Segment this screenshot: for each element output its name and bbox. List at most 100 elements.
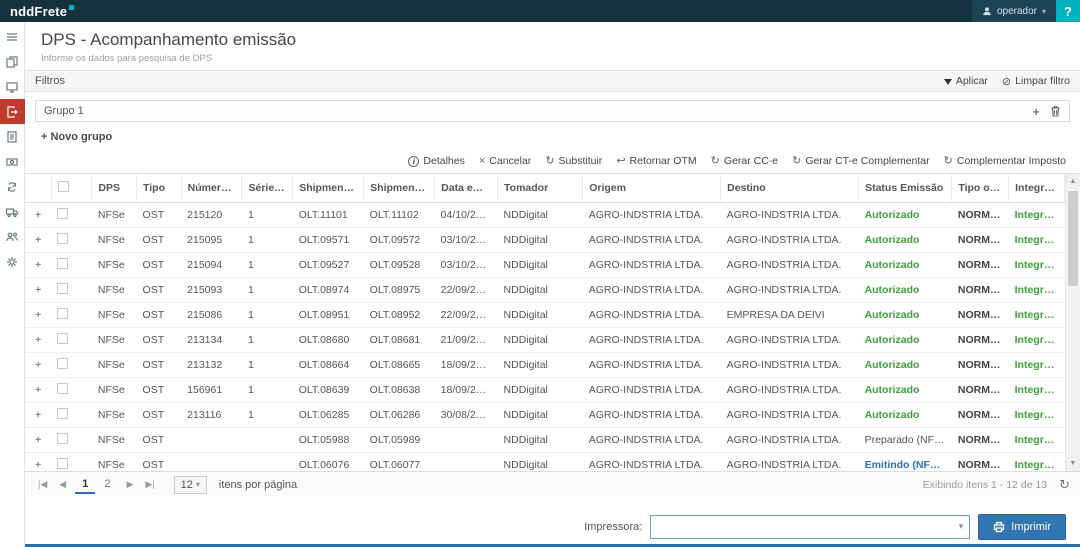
- cell-tipo: OST: [136, 252, 182, 278]
- menu-icon[interactable]: [0, 24, 25, 49]
- expand-row-button[interactable]: +: [25, 327, 52, 353]
- cell-serie: [241, 452, 293, 471]
- page-button-2[interactable]: 2: [97, 475, 117, 494]
- row-checkbox[interactable]: [57, 283, 69, 294]
- row-checkbox[interactable]: [57, 333, 69, 344]
- column-header[interactable]: Origem: [582, 174, 722, 203]
- table-row[interactable]: + NFSe OST 213132 1 OLT.08664 OLT.08665 18/09/2…: [25, 352, 1065, 378]
- table-row[interactable]: + NFSe OST OLT.06076 OLT.06077 NDDigital AGRO-…: [25, 452, 1065, 471]
- toolbar-action-button[interactable]: ↻ Substituir: [545, 155, 602, 167]
- settings-icon[interactable]: [0, 249, 25, 274]
- document-icon[interactable]: [0, 124, 25, 149]
- table-row[interactable]: + NFSe OST 213116 1 OLT.06285 OLT.06286 30/08/2…: [25, 402, 1065, 428]
- cell-dps: NFSe: [91, 327, 137, 353]
- toolbar-action-button[interactable]: i Detalhes: [408, 155, 465, 167]
- row-checkbox[interactable]: [57, 433, 69, 444]
- page-size-select[interactable]: 12 ▾: [173, 475, 207, 494]
- row-checkbox[interactable]: [57, 233, 69, 244]
- monitor-icon[interactable]: [0, 74, 25, 99]
- table-row[interactable]: + NFSe OST 213134 1 OLT.08680 OLT.08681 21/09/2…: [25, 327, 1065, 353]
- expand-row-button[interactable]: +: [25, 427, 52, 453]
- payment-icon[interactable]: [0, 149, 25, 174]
- toolbar-action-label: Cancelar: [489, 155, 532, 167]
- scrollbar-thumb[interactable]: [1068, 191, 1078, 286]
- row-checkbox[interactable]: [57, 208, 69, 219]
- column-header[interactable]: Série DPS: [241, 174, 294, 203]
- truck-icon[interactable]: [0, 199, 25, 224]
- brand-logo[interactable]: nddFrete: [10, 4, 75, 19]
- help-button[interactable]: ?: [1056, 0, 1080, 22]
- filter-group-panel: Grupo 1 +: [35, 100, 1070, 122]
- table-row[interactable]: + NFSe OST 215086 1 OLT.08951 OLT.08952 22/09/2…: [25, 302, 1065, 328]
- expand-row-button[interactable]: +: [25, 452, 52, 471]
- expand-row-button[interactable]: +: [25, 377, 52, 403]
- cell-data: 18/09/2017: [434, 377, 498, 403]
- column-header[interactable]: Tomador: [497, 174, 584, 203]
- users-icon[interactable]: [0, 224, 25, 249]
- page-button-1[interactable]: 1: [75, 475, 96, 494]
- toolbar-action-button[interactable]: × Cancelar: [479, 155, 531, 167]
- cell-dps: NFSe: [91, 202, 137, 228]
- cell-sell: OLT.05988: [292, 427, 364, 453]
- expand-row-button[interactable]: +: [25, 227, 52, 253]
- first-page-button[interactable]: |◀: [35, 477, 50, 492]
- row-checkbox[interactable]: [57, 383, 69, 394]
- chevron-down-icon: ▾: [1041, 6, 1046, 16]
- prev-page-button[interactable]: ◀: [56, 477, 69, 492]
- add-filter-button[interactable]: +: [1032, 105, 1040, 118]
- table-row[interactable]: + NFSe OST 156961 1 OLT.08639 OLT.08638 18/09/2…: [25, 377, 1065, 403]
- vertical-scrollbar[interactable]: ▲ ▼: [1065, 174, 1080, 471]
- column-header[interactable]: Destino: [720, 174, 860, 203]
- scroll-down-icon[interactable]: ▼: [1066, 456, 1080, 471]
- column-header[interactable]: Data emissã...: [434, 174, 499, 203]
- cell-buy: OLT.08975: [363, 277, 435, 303]
- last-page-button[interactable]: ▶|: [142, 477, 157, 492]
- sync-icon[interactable]: [0, 174, 25, 199]
- row-checkbox[interactable]: [57, 458, 69, 469]
- column-header[interactable]: Tipo: [136, 174, 182, 203]
- column-header[interactable]: Shipment Buy: [363, 174, 436, 203]
- table-row[interactable]: + NFSe OST 215093 1 OLT.08974 OLT.08975 22/09/2…: [25, 277, 1065, 303]
- print-button[interactable]: Imprimir: [978, 513, 1066, 540]
- expand-row-button[interactable]: +: [25, 202, 52, 228]
- column-header[interactable]: DPS: [91, 174, 138, 203]
- scroll-up-icon[interactable]: ▲: [1066, 174, 1080, 189]
- expand-row-button[interactable]: +: [25, 352, 52, 378]
- user-menu-button[interactable]: operador ▾: [971, 0, 1056, 22]
- new-group-button[interactable]: + Novo grupo: [41, 131, 151, 143]
- clear-filter-button[interactable]: ⊘ Limpar filtro: [1002, 75, 1070, 88]
- cell-dps: NFSe: [91, 352, 137, 378]
- table-row[interactable]: + NFSe OST 215095 1 OLT.09571 OLT.09572 03/10/2…: [25, 227, 1065, 253]
- row-checkbox[interactable]: [57, 358, 69, 369]
- select-all-checkbox[interactable]: [57, 181, 69, 192]
- row-checkbox[interactable]: [57, 408, 69, 419]
- column-header[interactable]: Status Emissão: [858, 174, 953, 203]
- toolbar-action-button[interactable]: ↻ Gerar CC-e: [711, 155, 778, 167]
- emission-icon[interactable]: [0, 99, 25, 124]
- next-page-button[interactable]: ▶: [123, 477, 136, 492]
- toolbar-action-button[interactable]: ↻ Complementar Imposto: [944, 155, 1066, 167]
- table-row[interactable]: + NFSe OST 215120 1 OLT.11101 OLT.11102 04/10/2…: [25, 202, 1065, 228]
- expand-row-button[interactable]: +: [25, 302, 52, 328]
- apply-filter-button[interactable]: Aplicar: [943, 75, 988, 88]
- row-checkbox[interactable]: [57, 258, 69, 269]
- refresh-icon[interactable]: ↻: [1059, 478, 1070, 491]
- printer-select[interactable]: ▾: [650, 514, 971, 539]
- delete-group-button[interactable]: [1050, 105, 1061, 117]
- table-row[interactable]: + NFSe OST OLT.05988 OLT.05989 NDDigital AGRO-…: [25, 427, 1065, 453]
- column-header[interactable]: Integraçã...: [1008, 174, 1065, 203]
- expand-row-button[interactable]: +: [25, 252, 52, 278]
- copy-icon[interactable]: [0, 49, 25, 74]
- column-header[interactable]: Shipment Sell: [292, 174, 365, 203]
- row-checkbox[interactable]: [57, 308, 69, 319]
- table-row[interactable]: + NFSe OST 215094 1 OLT.09527 OLT.09528 03/10/2…: [25, 252, 1065, 278]
- toolbar-action-button[interactable]: ↻ Gerar CT-e Complementar: [792, 155, 930, 167]
- cell-destino: AGRO-INDSTRIA LTDA.: [720, 227, 859, 253]
- expand-row-button[interactable]: +: [25, 402, 52, 428]
- expand-row-button[interactable]: +: [25, 277, 52, 303]
- toolbar-action-button[interactable]: ↩ Retornar OTM: [616, 155, 696, 167]
- cell-integracao: Integrado: [1008, 327, 1065, 353]
- column-header[interactable]: Tipo oper...: [951, 174, 1010, 203]
- column-header[interactable]: Número DPS: [181, 174, 243, 203]
- cell-destino: AGRO-INDSTRIA LTDA.: [720, 427, 859, 453]
